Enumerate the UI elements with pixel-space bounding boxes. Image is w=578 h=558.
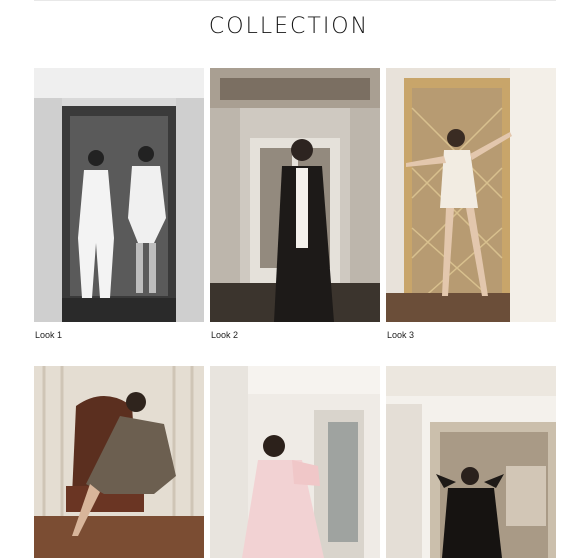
look-photo-4[interactable]: [34, 366, 204, 558]
look-caption[interactable]: Look 1: [35, 330, 62, 340]
page-title: COLLECTION: [208, 14, 370, 39]
look-photo-5[interactable]: [210, 366, 380, 558]
look-caption[interactable]: Look 3: [387, 330, 414, 340]
top-divider: [34, 0, 556, 1]
look-photo-3[interactable]: [386, 68, 556, 322]
look-photo-1[interactable]: [34, 68, 204, 322]
look-photo-2[interactable]: [210, 68, 380, 322]
look-photo-6[interactable]: [386, 366, 556, 558]
look-caption[interactable]: Look 2: [211, 330, 238, 340]
